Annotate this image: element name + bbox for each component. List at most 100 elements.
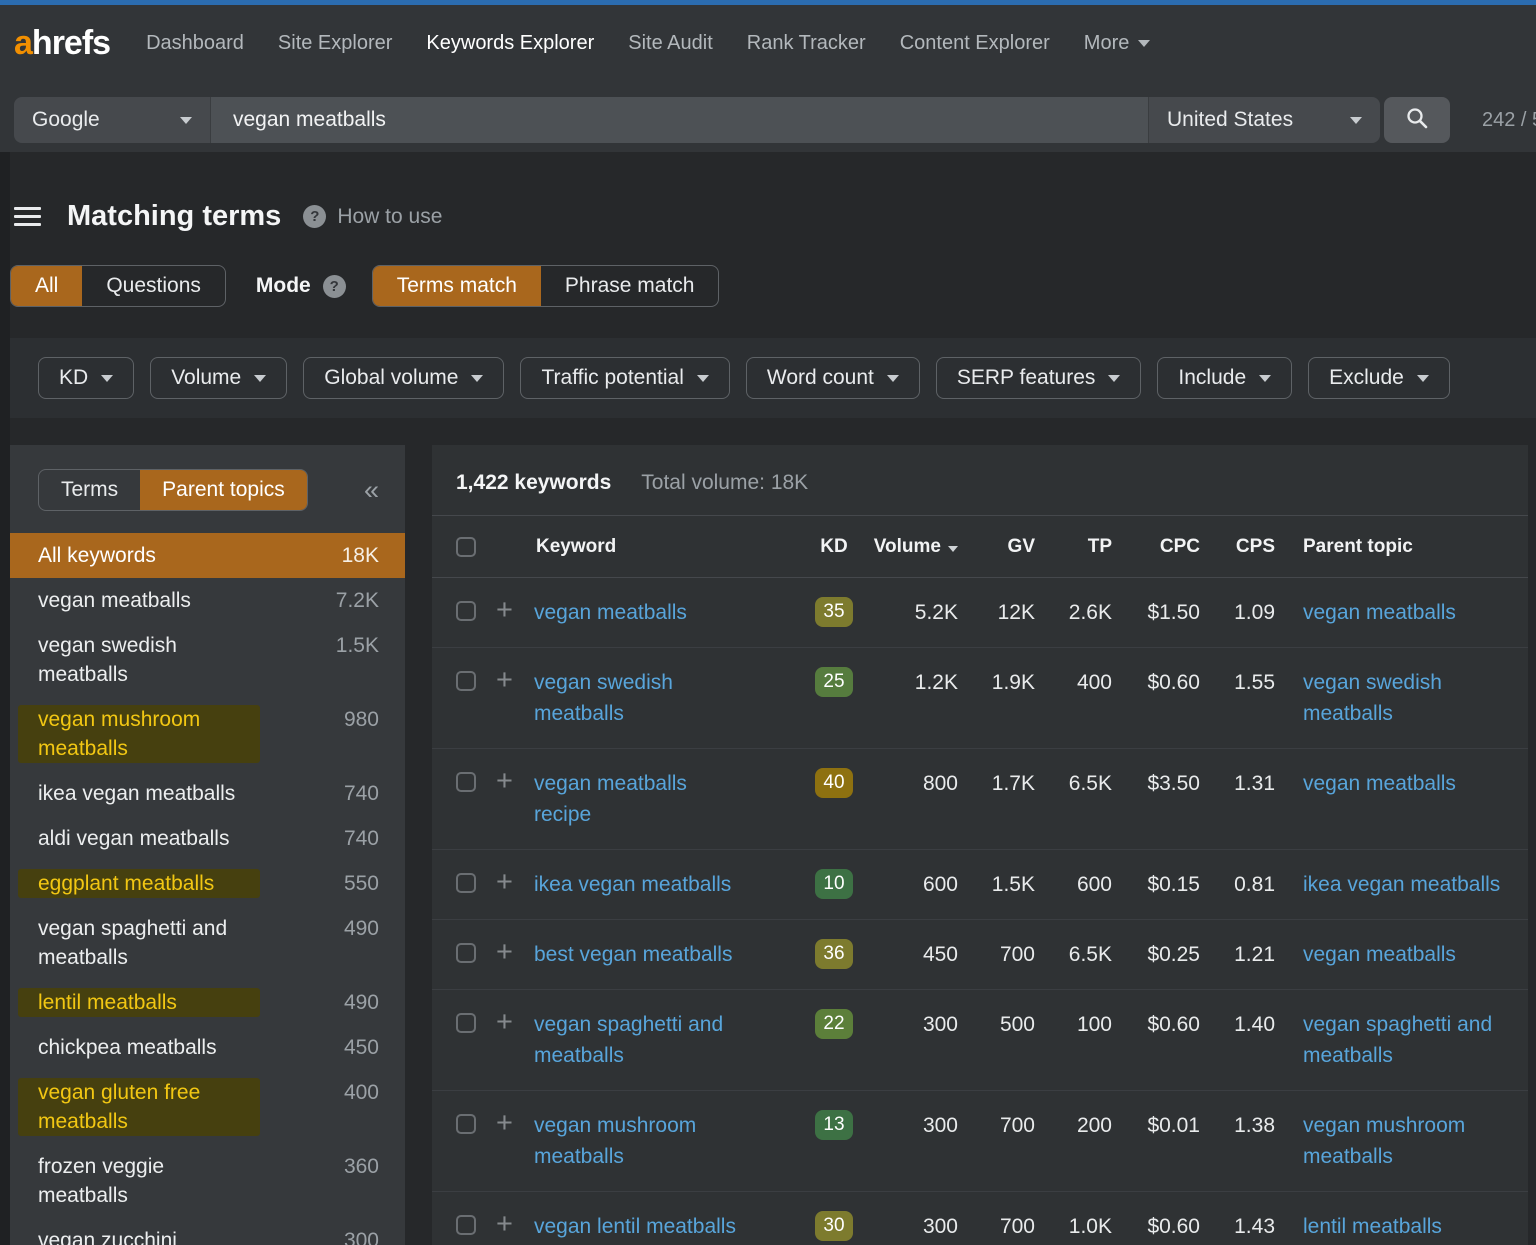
column-gv[interactable]: GV: [958, 531, 1035, 562]
parent-topic-cell: vegan spaghetti and meatballs: [1275, 1009, 1528, 1071]
country-select[interactable]: United States: [1148, 97, 1380, 143]
mode-help-icon[interactable]: ?: [323, 275, 346, 298]
scope-questions-button[interactable]: Questions: [82, 266, 225, 306]
sidebar-item-chickpea-meatballs[interactable]: chickpea meatballs450: [10, 1025, 405, 1070]
ahrefs-logo[interactable]: ahrefs: [14, 24, 110, 63]
logo-rest: hrefs: [32, 24, 110, 62]
how-to-use-link[interactable]: How to use: [337, 205, 442, 229]
parent-topic-link[interactable]: vegan mushroom meatballs: [1303, 1110, 1502, 1172]
keyword-link[interactable]: best vegan meatballs: [534, 939, 732, 970]
collapse-sidebar-icon[interactable]: «: [364, 477, 379, 504]
filter-button-traffic-potential[interactable]: Traffic potential: [520, 357, 729, 399]
add-keyword-button[interactable]: +: [496, 667, 534, 693]
filter-button-exclude[interactable]: Exclude: [1308, 357, 1450, 399]
filter-button-serp-features[interactable]: SERP features: [936, 357, 1142, 399]
keywords-table-panel: 1,422 keywords Total volume: 18K Keyword…: [432, 445, 1528, 1245]
nav-item-label: Rank Tracker: [747, 32, 866, 55]
tp-cell: 600: [1035, 869, 1112, 900]
filter-button-volume[interactable]: Volume: [150, 357, 287, 399]
parent-topic-link[interactable]: vegan spaghetti and meatballs: [1303, 1009, 1502, 1071]
parent-topic-link[interactable]: ikea vegan meatballs: [1303, 869, 1500, 900]
row-checkbox[interactable]: [456, 873, 476, 893]
checkbox-cell: [432, 768, 496, 792]
parent-topic-link[interactable]: vegan meatballs: [1303, 597, 1456, 628]
sidebar-item-vegan-zucchini-meatballs[interactable]: vegan zucchini meatballs300: [10, 1218, 405, 1245]
keyword-link[interactable]: vegan meatballs recipe: [534, 768, 739, 830]
sidebar-item-ikea-vegan-meatballs[interactable]: ikea vegan meatballs740: [10, 771, 405, 816]
keyword-link[interactable]: ikea vegan meatballs: [534, 869, 731, 900]
nav-item-label: Keywords Explorer: [426, 32, 594, 55]
nav-item-more[interactable]: More: [1084, 32, 1151, 55]
sidebar-item-vegan-gluten-free-meatballs[interactable]: vegan gluten free meatballs400: [10, 1070, 405, 1144]
add-keyword-button[interactable]: +: [496, 1110, 534, 1136]
column-parent-topic[interactable]: Parent topic: [1275, 536, 1528, 558]
row-checkbox[interactable]: [456, 772, 476, 792]
add-keyword-button[interactable]: +: [496, 1211, 534, 1237]
add-keyword-button[interactable]: +: [496, 939, 534, 965]
row-checkbox[interactable]: [456, 1013, 476, 1033]
nav-item-keywords-explorer[interactable]: Keywords Explorer: [426, 32, 594, 55]
search-engine-select[interactable]: Google: [14, 97, 210, 143]
phrase-match-button[interactable]: Phrase match: [541, 266, 719, 306]
nav-item-site-explorer[interactable]: Site Explorer: [278, 32, 393, 55]
sidebar-item-vegan-meatballs[interactable]: vegan meatballs7.2K: [10, 578, 405, 623]
row-checkbox[interactable]: [456, 601, 476, 621]
sidebar-item-vegan-mushroom-meatballs[interactable]: vegan mushroom meatballs980: [10, 697, 405, 771]
search-button[interactable]: [1384, 97, 1450, 143]
cps-cell: 0.81: [1200, 869, 1275, 900]
sidebar-item-aldi-vegan-meatballs[interactable]: aldi vegan meatballs740: [10, 816, 405, 861]
column-tp[interactable]: TP: [1035, 531, 1112, 562]
menu-icon[interactable]: [14, 202, 41, 231]
help-icon[interactable]: ?: [303, 205, 326, 228]
cpc-cell: $0.15: [1112, 869, 1200, 900]
parent-topic-link[interactable]: vegan meatballs: [1303, 768, 1456, 799]
sidebar-item-vegan-swedish-meatballs[interactable]: vegan swedish meatballs1.5K: [10, 623, 405, 697]
sidebar-item-eggplant-meatballs[interactable]: eggplant meatballs550: [10, 861, 405, 906]
checkbox-cell: [432, 667, 496, 691]
nav-item-content-explorer[interactable]: Content Explorer: [900, 32, 1050, 55]
sidebar-item-all-keywords[interactable]: All keywords18K: [10, 533, 405, 578]
parent-topic-link[interactable]: vegan meatballs: [1303, 939, 1456, 970]
parent-topic-link[interactable]: vegan swedish meatballs: [1303, 667, 1502, 729]
add-keyword-button[interactable]: +: [496, 597, 534, 623]
filter-button-global-volume[interactable]: Global volume: [303, 357, 504, 399]
add-keyword-button[interactable]: +: [496, 869, 534, 895]
filter-button-include[interactable]: Include: [1157, 357, 1292, 399]
row-checkbox[interactable]: [456, 671, 476, 691]
sidebar-item-vegan-spaghetti-and-meatballs[interactable]: vegan spaghetti and meatballs490: [10, 906, 405, 980]
keyword-link[interactable]: vegan mushroom meatballs: [534, 1110, 739, 1172]
column-kd[interactable]: KD: [806, 536, 862, 558]
add-keyword-button[interactable]: +: [496, 768, 534, 794]
select-all-checkbox[interactable]: [456, 537, 476, 557]
sidebar-item-frozen-veggie-meatballs[interactable]: frozen veggie meatballs360: [10, 1144, 405, 1218]
nav-item-rank-tracker[interactable]: Rank Tracker: [747, 32, 866, 55]
sidebar-item-volume: 400: [260, 1078, 379, 1107]
row-checkbox[interactable]: [456, 1215, 476, 1235]
keyword-link[interactable]: vegan lentil meatballs: [534, 1211, 736, 1242]
keywords-explorer-page: ahrefs Dashboard Site Explorer Keywords Ex…: [0, 0, 1536, 1245]
keyword-link[interactable]: vegan swedish meatballs: [534, 667, 739, 729]
column-cps[interactable]: CPS: [1200, 531, 1275, 562]
sidebar-item-volume: 980: [260, 705, 379, 734]
keyword-link[interactable]: vegan spaghetti and meatballs: [534, 1009, 739, 1071]
add-keyword-button[interactable]: +: [496, 1009, 534, 1035]
tab-parent-topics[interactable]: Parent topics: [140, 470, 307, 510]
keyword-link[interactable]: vegan meatballs: [534, 597, 687, 628]
column-cpc[interactable]: CPC: [1112, 531, 1200, 562]
nav-item-dashboard[interactable]: Dashboard: [146, 32, 244, 55]
tab-terms[interactable]: Terms: [39, 470, 140, 510]
kd-cell: 35: [806, 597, 862, 627]
column-keyword[interactable]: Keyword: [534, 536, 806, 558]
terms-match-button[interactable]: Terms match: [373, 266, 541, 306]
row-checkbox[interactable]: [456, 943, 476, 963]
parent-topic-link[interactable]: lentil meatballs: [1303, 1211, 1442, 1242]
column-volume[interactable]: Volume: [862, 531, 958, 562]
row-checkbox[interactable]: [456, 1114, 476, 1134]
cpc-cell: $0.60: [1112, 1211, 1200, 1242]
nav-item-site-audit[interactable]: Site Audit: [628, 32, 713, 55]
keyword-query-input[interactable]: vegan meatballs: [210, 97, 1148, 143]
filter-button-word-count[interactable]: Word count: [746, 357, 920, 399]
filter-button-kd[interactable]: KD: [38, 357, 134, 399]
scope-all-button[interactable]: All: [11, 266, 82, 306]
sidebar-item-lentil-meatballs[interactable]: lentil meatballs490: [10, 980, 405, 1025]
